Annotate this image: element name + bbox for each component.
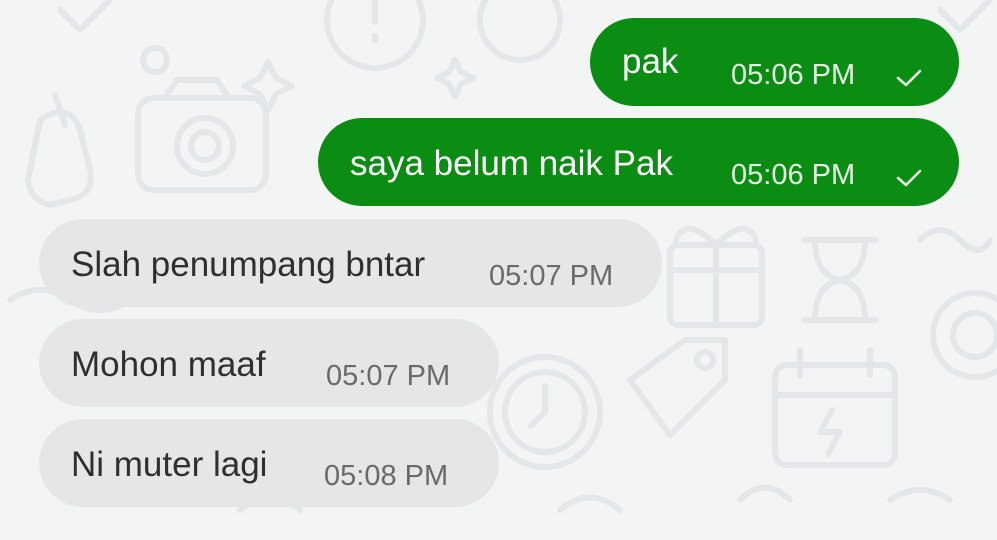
incoming-message-bubble[interactable]: Ni muter lagi 05:08 PM bbox=[39, 419, 499, 507]
message-time: 05:08 PM bbox=[324, 460, 449, 492]
message-time: 05:07 PM bbox=[489, 260, 614, 292]
outgoing-message-bubble[interactable]: pak 05:06 PM bbox=[590, 18, 959, 106]
message-time: 05:07 PM bbox=[326, 360, 451, 392]
message-text: saya belum naik Pak bbox=[350, 144, 673, 183]
message-text: Mohon maaf bbox=[71, 345, 266, 384]
message-time: 05:06 PM bbox=[731, 59, 856, 91]
message-text: Ni muter lagi bbox=[71, 445, 268, 484]
outgoing-message-bubble[interactable]: saya belum naik Pak 05:06 PM bbox=[318, 118, 959, 206]
message-text: Slah penumpang bntar bbox=[71, 245, 426, 284]
single-check-icon bbox=[896, 169, 922, 187]
single-check-icon bbox=[896, 69, 922, 87]
incoming-message-bubble[interactable]: Slah penumpang bntar 05:07 PM bbox=[39, 219, 662, 307]
chat-message-list: pak 05:06 PM saya belum naik Pak 05:06 P… bbox=[0, 0, 997, 540]
message-text: pak bbox=[622, 42, 679, 81]
message-time: 05:06 PM bbox=[731, 159, 856, 191]
incoming-message-bubble[interactable]: Mohon maaf 05:07 PM bbox=[39, 319, 499, 407]
